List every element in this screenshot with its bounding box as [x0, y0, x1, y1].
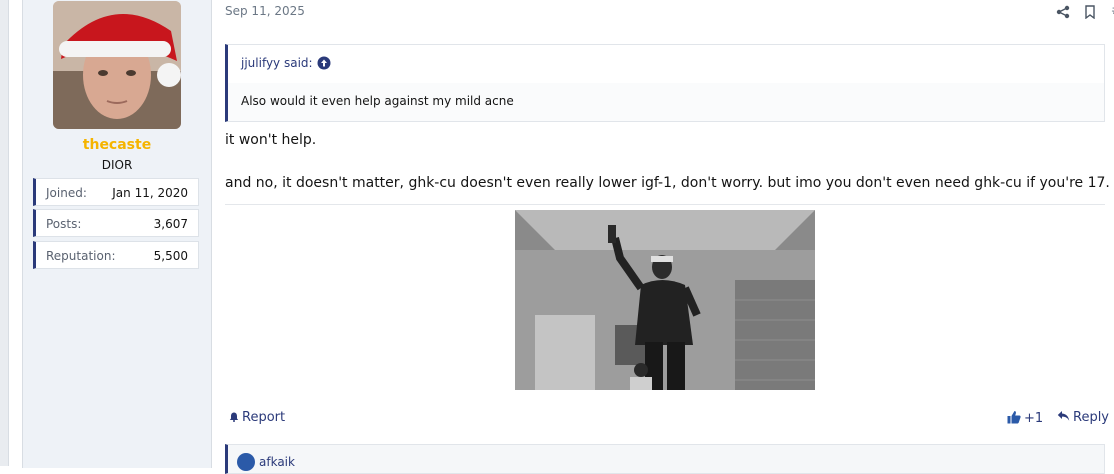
stat-label: Joined: [46, 186, 87, 200]
reaction-count: +1 [1024, 411, 1044, 426]
share-icon[interactable] [1056, 4, 1070, 19]
arrow-up-circle-icon[interactable] [317, 55, 331, 70]
stat-value: 5,500 [153, 249, 188, 263]
user-avatar[interactable] [53, 1, 181, 129]
stat-posts: Posts: 3,607 [33, 209, 199, 237]
user-title: DIOR [101, 158, 133, 172]
avatar-icon [237, 453, 255, 471]
bell-icon [229, 411, 239, 422]
quote-text: Also would it even help against my mild … [241, 94, 514, 108]
divider [225, 204, 1105, 205]
quote-author-link[interactable]: afkaik [259, 455, 295, 469]
user-sidebar: thecaste DIOR Joined: Jan 11, 2020 Posts… [23, 0, 212, 468]
thumbs-up-icon [1007, 410, 1021, 424]
stat-joined: Joined: Jan 11, 2020 [33, 178, 199, 206]
stat-reputation: Reputation: 5,500 [33, 241, 199, 269]
post-date[interactable]: Sep 11, 2025 [225, 4, 305, 18]
report-label: Report [242, 410, 286, 425]
message-line-2: and no, it doesn't matter, ghk-cu doesn'… [225, 175, 1110, 191]
stat-value: 3,607 [153, 217, 188, 231]
embedded-image[interactable] [515, 210, 815, 390]
reply-label: Reply [1073, 410, 1110, 425]
next-quote-block: afkaik [225, 444, 1105, 474]
stat-label: Reputation: [46, 249, 116, 263]
quote-header [228, 45, 1104, 83]
post-header-actions: #2 [1044, 2, 1114, 22]
reply-icon [1057, 410, 1070, 422]
stat-label: Posts: [46, 217, 82, 231]
reply-button[interactable]: Reply [1057, 410, 1109, 425]
post-main: Sep 11, 2025 #2 jjulifyy said: [224, 0, 1114, 474]
message-line-1: it won't help. [225, 132, 317, 148]
avatar-image [53, 1, 181, 129]
report-button[interactable]: Report [229, 410, 285, 425]
left-scroll-gutter [0, 0, 9, 466]
forum-post: thecaste DIOR Joined: Jan 11, 2020 Posts… [22, 0, 1114, 474]
bookmark-icon[interactable] [1084, 4, 1096, 20]
quote-block: jjulifyy said: Also would it even help a… [225, 44, 1105, 122]
stat-value: Jan 11, 2020 [112, 186, 188, 200]
quote-author-link[interactable]: jjulifyy said: [241, 56, 313, 70]
reaction-summary[interactable]: +1 [1007, 410, 1043, 426]
username[interactable]: thecaste [23, 137, 211, 153]
